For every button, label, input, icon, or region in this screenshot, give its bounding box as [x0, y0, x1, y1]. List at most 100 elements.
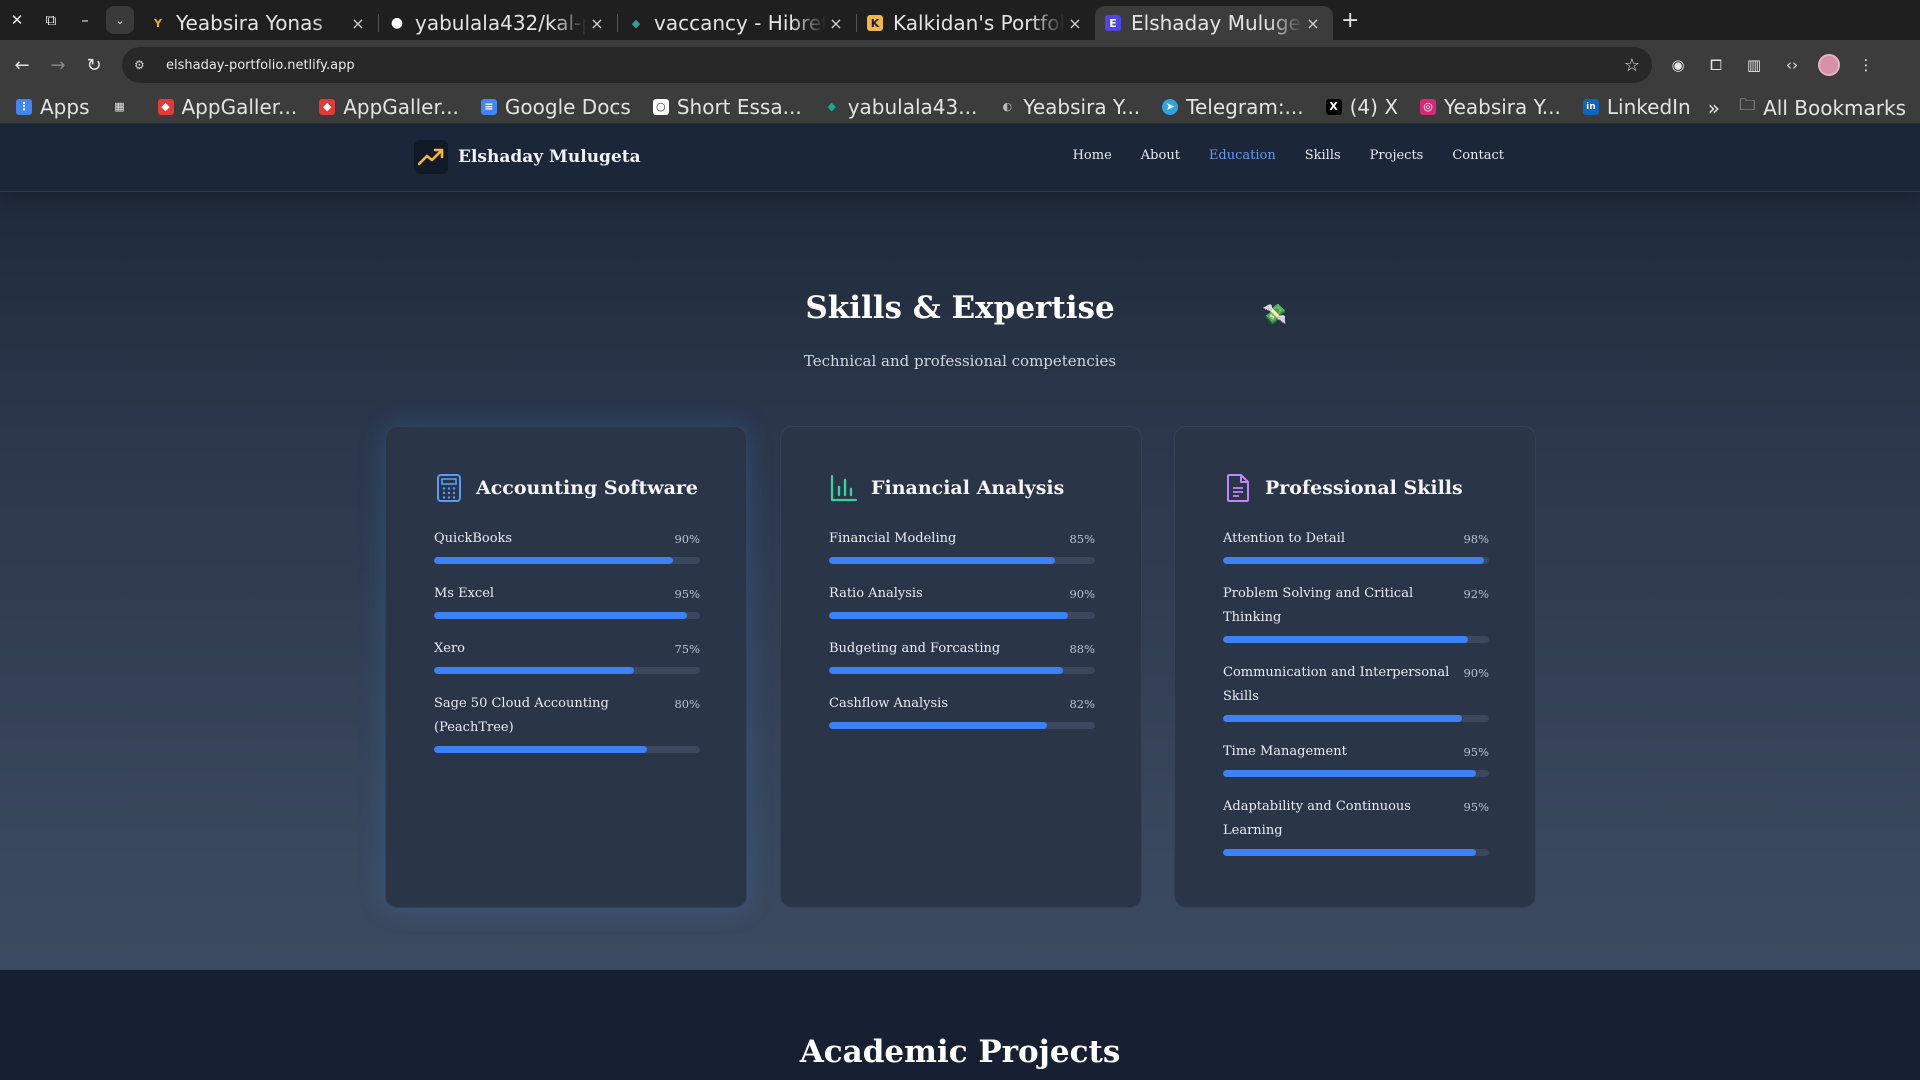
skill-item: Ms Excel 95% — [434, 582, 700, 619]
skill-progress-bar — [829, 557, 1095, 564]
skill-percent: 95% — [1463, 800, 1489, 814]
bookmark-tab-groups[interactable]: ▦ — [112, 99, 136, 115]
trending-up-icon — [414, 140, 448, 174]
bookmark-item[interactable]: X (4) X — [1325, 95, 1398, 119]
close-window-icon[interactable]: ✕ — [0, 0, 34, 40]
skill-name: Budgeting and Forcasting — [829, 641, 1001, 656]
skill-progress-bar — [829, 612, 1095, 619]
tab-close-icon[interactable]: × — [587, 14, 607, 33]
skills-section-title: Skills & Expertise — [805, 290, 1115, 326]
bar-chart-icon — [829, 473, 859, 503]
bookmark-item[interactable]: in LinkedIn — [1582, 95, 1691, 119]
bookmarks-overflow-icon[interactable]: » — [1708, 96, 1720, 120]
google-docs-icon: ≡ — [480, 98, 497, 115]
appgallery-icon: ◆ — [319, 98, 336, 115]
reading-mode-icon[interactable]: ▥ — [1742, 53, 1766, 77]
incognito-extension-icon[interactable]: ◉ — [1666, 53, 1690, 77]
tab-close-icon[interactable]: × — [826, 14, 846, 33]
nav-link-contact[interactable]: Contact — [1452, 148, 1504, 163]
skill-progress-fill — [829, 557, 1056, 564]
site-nav-links: Home About Education Skills Projects Con… — [1073, 148, 1504, 163]
url-text[interactable]: elshaday-portfolio.netlify.app — [166, 58, 1624, 73]
appgallery-icon: ◆ — [157, 98, 174, 115]
browser-tab-active[interactable]: E Elshaday Muluget × — [1095, 6, 1333, 40]
new-tab-icon[interactable]: + — [1341, 8, 1359, 33]
skill-item: Problem Solving and Critical Thinking 92% — [1223, 582, 1489, 643]
reload-icon[interactable]: ↻ — [76, 47, 112, 83]
all-bookmarks-button[interactable]: 🗀 All Bookmarks — [1739, 94, 1906, 121]
nav-link-projects[interactable]: Projects — [1370, 148, 1424, 163]
skills-section-subtitle: Technical and professional competencies — [803, 352, 1117, 370]
bookmark-star-icon[interactable]: ☆ — [1624, 55, 1640, 76]
nav-link-about[interactable]: About — [1141, 148, 1180, 163]
tab-close-icon[interactable]: × — [1065, 14, 1085, 33]
browser-menu-icon[interactable]: ⋮ — [1854, 53, 1878, 77]
skill-name: Problem Solving and Critical Thinking — [1223, 586, 1414, 625]
skill-percent: 82% — [1069, 697, 1095, 711]
document-bookmark-icon: ○ — [652, 98, 669, 115]
minimize-window-icon[interactable]: – — [68, 0, 102, 40]
address-bar[interactable]: ⚙ elshaday-portfolio.netlify.app ☆ — [122, 47, 1652, 83]
bookmark-item[interactable]: ◎ Yeabsira Y... — [1420, 95, 1561, 119]
extensions-puzzle-icon[interactable]: ⧠ — [1704, 53, 1728, 77]
tab-close-icon[interactable]: × — [1303, 14, 1323, 33]
browser-tab[interactable]: ◆ vaccancy - Hibret × — [618, 6, 856, 40]
skill-name: Adaptability and Continuous Learning — [1223, 799, 1411, 838]
tab-title: yabulala432/kal-p — [415, 11, 587, 35]
skill-progress-bar — [434, 557, 700, 564]
skill-progress-fill — [434, 667, 634, 674]
skill-progress-bar — [1223, 770, 1489, 777]
bookmark-item[interactable]: ≡ Google Docs — [480, 95, 631, 119]
skill-progress-fill — [434, 612, 687, 619]
skill-name: Ms Excel — [434, 586, 495, 601]
nav-link-education[interactable]: Education — [1209, 148, 1276, 163]
back-arrow-icon[interactable]: ← — [4, 47, 40, 83]
bookmark-item[interactable]: ➤ Telegram:... — [1162, 95, 1304, 119]
skill-progress-fill — [1223, 849, 1476, 856]
forward-arrow-icon[interactable]: → — [40, 47, 76, 83]
site-settings-icon[interactable]: ⚙ — [134, 58, 154, 72]
tab-favicon-icon: K — [867, 15, 883, 31]
skill-item: Ratio Analysis 90% — [829, 582, 1095, 619]
skill-percent: 75% — [674, 642, 700, 656]
document-icon — [1223, 473, 1253, 503]
bookmark-item[interactable]: ◐ Yeabsira Y... — [999, 95, 1140, 119]
skill-name: Financial Modeling — [829, 531, 957, 546]
browser-tab-strip: ✕ ⧉ – ⌄ Y Yeabsira Yonas × ● yabulala432… — [0, 0, 1920, 40]
restore-window-icon[interactable]: ⧉ — [34, 0, 68, 40]
skill-name: Ratio Analysis — [829, 586, 923, 601]
skill-progress-fill — [829, 612, 1069, 619]
site-header: Elshaday Mulugeta Home About Education S… — [0, 124, 1920, 192]
site-brand[interactable]: Elshaday Mulugeta — [414, 140, 641, 174]
skill-progress-fill — [1223, 557, 1484, 564]
profile-avatar[interactable] — [1818, 54, 1840, 76]
browser-tab[interactable]: Y Yeabsira Yonas × — [140, 6, 378, 40]
bookmarks-bar: ⋮ Apps ▦ ◆ AppGaller... ◆ AppGaller... ≡ Goo… — [0, 90, 1920, 124]
skill-percent: 95% — [674, 587, 700, 601]
tab-close-icon[interactable]: × — [348, 14, 368, 33]
bookmark-item[interactable]: ◆ AppGaller... — [157, 95, 297, 119]
skill-percent: 92% — [1463, 587, 1489, 601]
browser-tab[interactable]: K Kalkidan's Portfol × — [857, 6, 1095, 40]
bookmark-item[interactable]: ◆ AppGaller... — [319, 95, 459, 119]
skill-progress-fill — [1223, 715, 1463, 722]
nav-link-home[interactable]: Home — [1073, 148, 1112, 163]
bookmark-item[interactable]: ◆ yabulala43... — [824, 95, 977, 119]
skill-item: Sage 50 Cloud Accounting (PeachTree) 80% — [434, 692, 700, 753]
bookmark-apps[interactable]: ⋮ Apps — [16, 95, 90, 119]
bookmark-item[interactable]: ○ Short Essa... — [652, 95, 802, 119]
skill-name: Sage 50 Cloud Accounting (PeachTree) — [434, 696, 609, 735]
skill-item: Adaptability and Continuous Learning 95% — [1223, 795, 1489, 856]
browser-toolbar: ← → ↻ ⚙ elshaday-portfolio.netlify.app ☆… — [0, 40, 1920, 90]
academic-projects-title: Academic Projects — [799, 1034, 1121, 1070]
nav-link-skills[interactable]: Skills — [1305, 148, 1341, 163]
tab-title: Elshaday Muluget — [1131, 11, 1303, 35]
tab-search-dropdown-icon[interactable]: ⌄ — [106, 6, 134, 34]
browser-tab[interactable]: ● yabulala432/kal-p × — [379, 6, 617, 40]
card-title: Financial Analysis — [871, 477, 1065, 499]
folder-icon: 🗀 — [1739, 95, 1756, 114]
skill-item: Xero 75% — [434, 637, 700, 674]
devtools-code-icon[interactable]: ‹› — [1780, 53, 1804, 77]
skill-percent: 90% — [674, 532, 700, 546]
skill-name: QuickBooks — [434, 531, 513, 546]
